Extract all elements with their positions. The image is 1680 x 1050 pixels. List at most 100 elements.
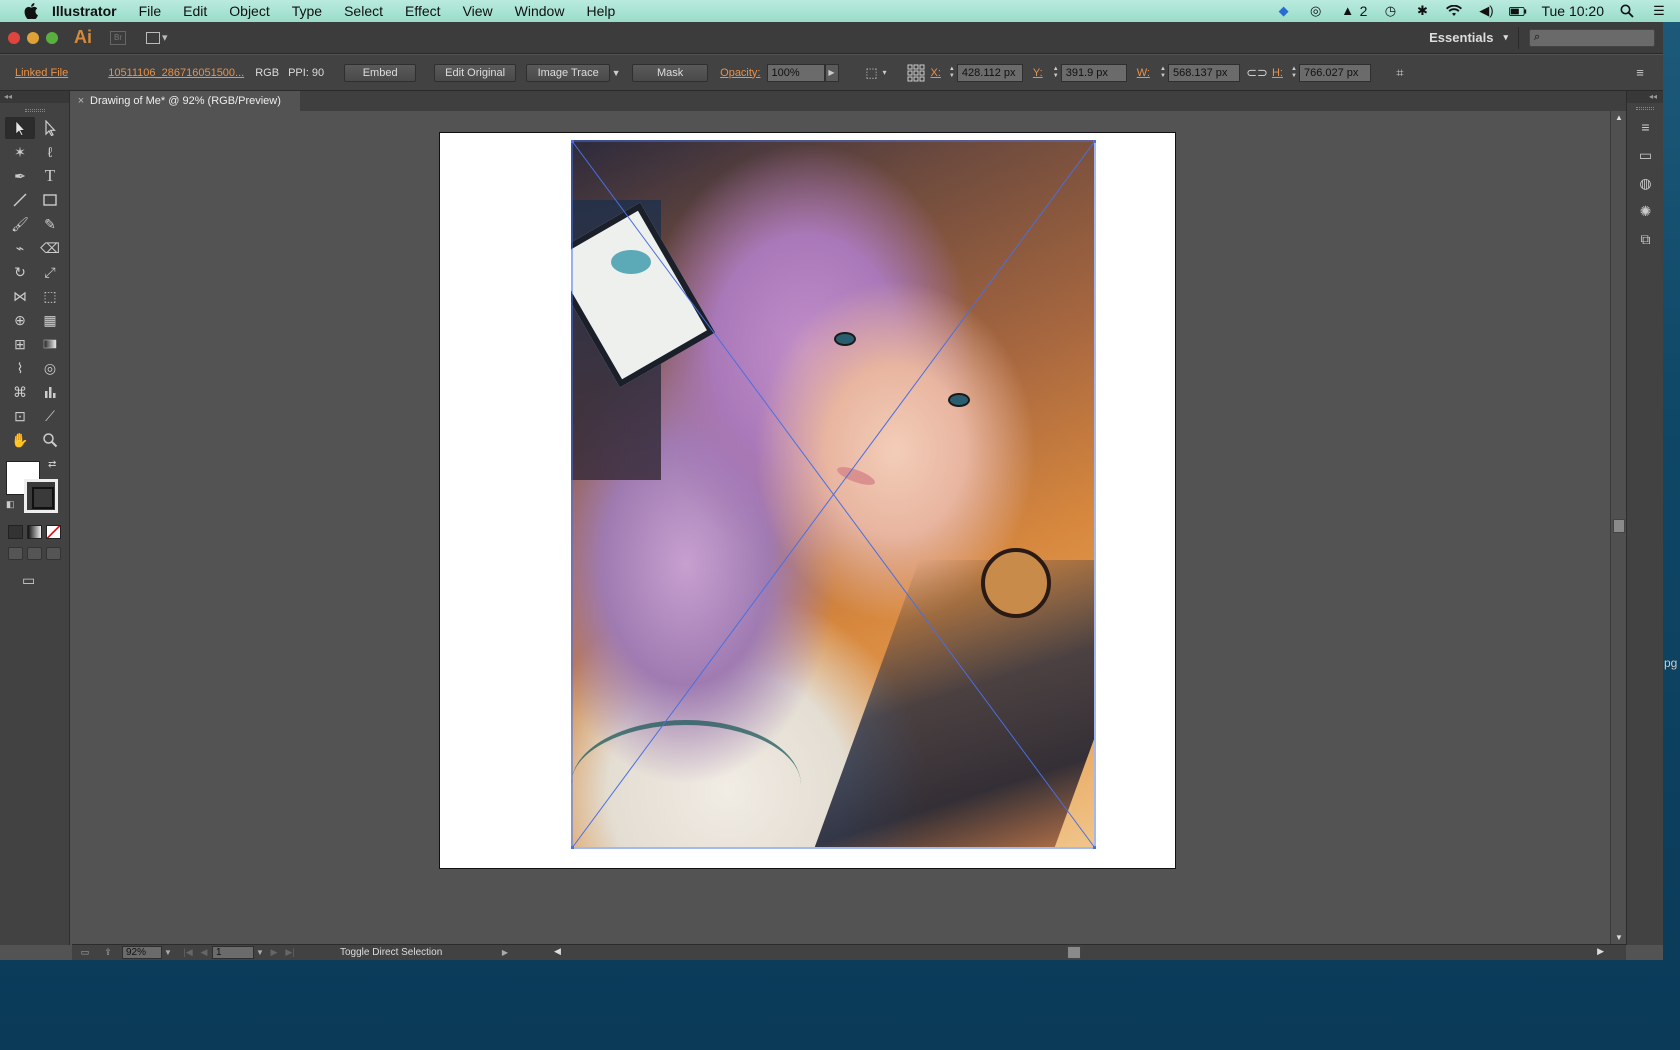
symbols-panel-icon[interactable]: ✺ xyxy=(1627,197,1664,225)
y-stepper[interactable]: ▲ ▼ xyxy=(1051,64,1061,82)
opacity-input[interactable]: 100% xyxy=(766,63,825,82)
w-input[interactable]: 568.137 px xyxy=(1167,63,1240,82)
arrange-documents-button[interactable]: ▾ xyxy=(146,30,174,46)
h-stepper[interactable]: ▲ ▼ xyxy=(1289,64,1299,82)
w-stepper[interactable]: ▲ ▼ xyxy=(1158,64,1168,82)
x-stepper[interactable]: ▲ ▼ xyxy=(947,64,957,82)
menu-panel-icon[interactable]: ≡ xyxy=(1627,113,1664,141)
minimize-window-button[interactable] xyxy=(27,31,39,44)
image-trace-button[interactable]: Image Trace xyxy=(526,63,611,82)
time-machine-icon[interactable]: ◷ xyxy=(1381,3,1399,18)
bridge-button[interactable]: Br xyxy=(110,30,126,45)
horizontal-scrollbar[interactable]: ◀ ▶ xyxy=(554,946,1604,960)
x-label[interactable]: X: xyxy=(931,67,941,79)
h-input[interactable]: 766.027 px xyxy=(1298,63,1371,82)
free-transform-tool-icon[interactable]: ⬚ xyxy=(35,285,65,307)
slice-tool-icon[interactable]: ⟋ xyxy=(35,405,65,427)
default-fill-stroke-icon[interactable]: ◧ xyxy=(6,499,15,510)
opacity-label[interactable]: Opacity: xyxy=(720,67,760,79)
zoom-level-input[interactable]: 92% xyxy=(122,946,162,959)
eyedropper-tool-icon[interactable]: ⌇ xyxy=(5,357,35,379)
menu-effect[interactable]: Effect xyxy=(394,0,452,22)
help-search-input[interactable]: ⌕ xyxy=(1529,28,1655,47)
line-segment-tool-icon[interactable] xyxy=(5,189,35,211)
bluetooth-icon[interactable]: ✱ xyxy=(1413,3,1431,18)
draw-inside-button[interactable] xyxy=(46,547,61,560)
dropbox-icon[interactable]: ◆ xyxy=(1275,3,1293,18)
width-tool-icon[interactable]: ⋈ xyxy=(5,285,35,307)
previous-artboard-icon[interactable]: ◀ xyxy=(196,947,212,958)
artboard-tool-icon[interactable]: ⊡ xyxy=(5,405,35,427)
transform-panel-icon[interactable]: ⌗ xyxy=(1391,64,1409,82)
color-guide-panel-icon[interactable]: ▭ xyxy=(1627,141,1664,169)
paintbrush-tool-icon[interactable]: 🖌 xyxy=(5,213,35,235)
bounding-handle-bottom-right[interactable] xyxy=(1093,846,1096,849)
menu-edit[interactable]: Edit xyxy=(172,0,218,22)
mesh-tool-icon[interactable]: ⊞ xyxy=(5,333,35,355)
scroll-left-icon[interactable]: ◀ xyxy=(554,946,561,957)
gradient-mode-button[interactable] xyxy=(27,525,42,539)
x-input[interactable]: 428.112 px xyxy=(956,63,1023,82)
perspective-grid-tool-icon[interactable]: ▦ xyxy=(35,309,65,331)
artboard-number-input[interactable]: 1 xyxy=(212,946,254,959)
notification-center-icon[interactable]: ☰ xyxy=(1650,3,1668,18)
reference-point-grid-icon[interactable] xyxy=(907,64,925,82)
h-label[interactable]: H: xyxy=(1272,67,1283,79)
horizontal-scroll-thumb[interactable] xyxy=(1067,946,1081,959)
menu-object[interactable]: Object xyxy=(218,0,280,22)
creative-cloud-icon[interactable]: ◎ xyxy=(1307,3,1325,18)
vertical-scrollbar[interactable]: ▲ ▼ xyxy=(1610,111,1626,944)
y-input[interactable]: 391.9 px xyxy=(1060,63,1127,82)
embed-button[interactable]: Embed xyxy=(344,63,417,82)
menu-help[interactable]: Help xyxy=(575,0,626,22)
menu-select[interactable]: Select xyxy=(333,0,394,22)
volume-icon[interactable]: ◀) xyxy=(1477,3,1495,18)
scroll-down-icon[interactable]: ▼ xyxy=(1615,933,1623,942)
color-mode-button[interactable] xyxy=(8,525,23,539)
scroll-up-icon[interactable]: ▲ xyxy=(1615,113,1623,122)
bounding-handle-bottom-left[interactable] xyxy=(571,846,574,849)
shape-builder-tool-icon[interactable]: ⊕ xyxy=(5,309,35,331)
eraser-tool-icon[interactable]: ⌫ xyxy=(35,237,65,259)
dock-grip[interactable] xyxy=(1627,103,1663,113)
swap-fill-stroke-icon[interactable]: ⇄ xyxy=(48,459,56,470)
rotate-tool-icon[interactable]: ↻ xyxy=(5,261,35,283)
draw-normal-button[interactable] xyxy=(8,547,23,560)
bounding-handle-top-left[interactable] xyxy=(571,140,574,143)
adobe-updates-indicator[interactable]: ▲ 2 xyxy=(1339,0,1367,22)
pen-tool-icon[interactable]: ✒ xyxy=(5,165,35,187)
scale-tool-icon[interactable]: ⤢ xyxy=(35,261,65,283)
menu-file[interactable]: File xyxy=(128,0,173,22)
status-text[interactable]: Toggle Direct Selection xyxy=(340,947,500,958)
lasso-tool-icon[interactable]: ℓ xyxy=(35,141,65,163)
transform-reference-icon[interactable]: ⬚ xyxy=(863,64,881,82)
scroll-right-icon[interactable]: ▶ xyxy=(1597,946,1604,957)
y-label[interactable]: Y: xyxy=(1033,67,1043,79)
gpu-performance-icon[interactable]: ▭ xyxy=(76,947,94,958)
linked-file-name[interactable]: 10511106_286716051500... xyxy=(108,67,244,79)
menu-view[interactable]: View xyxy=(452,0,504,22)
none-mode-button[interactable] xyxy=(46,525,61,539)
mask-button[interactable]: Mask xyxy=(632,63,709,82)
appearance-panel-icon[interactable]: ◍ xyxy=(1627,169,1664,197)
image-trace-presets-dropdown[interactable]: ▼ xyxy=(610,64,622,82)
menu-type[interactable]: Type xyxy=(281,0,333,22)
menu-window[interactable]: Window xyxy=(504,0,576,22)
workspace-switcher[interactable]: Essentials ▾ xyxy=(1429,30,1508,45)
linked-file-link[interactable]: Linked File xyxy=(15,67,68,79)
wifi-icon[interactable] xyxy=(1445,4,1463,18)
edit-original-button[interactable]: Edit Original xyxy=(434,63,517,82)
magic-wand-tool-icon[interactable]: ✶ xyxy=(5,141,35,163)
document-tab[interactable]: × Drawing of Me* @ 92% (RGB/Preview) xyxy=(72,91,300,111)
bounding-handle-top-right[interactable] xyxy=(1093,140,1096,143)
chevron-down-icon[interactable]: ▾ xyxy=(881,64,889,82)
column-graph-tool-icon[interactable] xyxy=(35,381,65,403)
artboards-panel-icon[interactable]: ⧉ xyxy=(1627,225,1664,253)
selection-tool-icon[interactable] xyxy=(5,117,35,139)
w-label[interactable]: W: xyxy=(1137,67,1150,79)
canvas-area[interactable] xyxy=(72,111,1612,944)
symbol-sprayer-tool-icon[interactable]: ⌘ xyxy=(5,381,35,403)
collapse-panel-icon[interactable]: ◂◂ xyxy=(0,91,69,103)
menubar-clock[interactable]: Tue 10:20 xyxy=(1541,0,1604,22)
status-menu-icon[interactable]: ▶ xyxy=(500,948,510,957)
